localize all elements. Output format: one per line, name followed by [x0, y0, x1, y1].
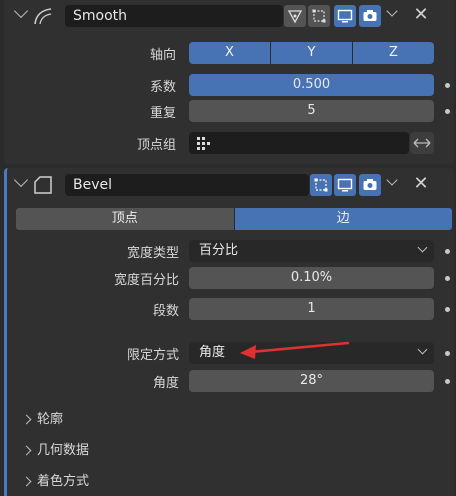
axis-y-toggle[interactable]: Y [271, 42, 353, 64]
viewport-display-icon[interactable] [334, 5, 356, 27]
edit-mode-icon[interactable] [308, 5, 330, 27]
bevel-modifier-icon [32, 174, 54, 200]
collapse-chevron-icon[interactable] [13, 172, 29, 188]
keyframe-dot-icon[interactable] [445, 307, 450, 312]
segments-label: 段数 [152, 304, 179, 319]
tab-edges[interactable]: 边 [234, 208, 452, 230]
subpanel-geometry-label: 几何数据 [37, 443, 90, 458]
modifier-name-field[interactable]: Bevel [65, 174, 309, 196]
width-percent-label: 宽度百分比 [113, 273, 179, 288]
edit-mode-icon[interactable] [310, 174, 332, 196]
chevron-right-icon [21, 414, 32, 425]
limit-method-label: 限定方式 [126, 348, 179, 363]
keyframe-dot-icon[interactable] [445, 83, 450, 88]
axis-z-toggle[interactable]: Z [353, 42, 434, 64]
render-camera-icon[interactable] [359, 174, 381, 196]
factor-label: 系数 [149, 80, 176, 95]
smooth-header: Smooth ✕ [4, 2, 454, 30]
width-type-dropdown[interactable]: 百分比 [189, 240, 434, 262]
smooth-modifier-panel: Smooth ✕ 轴向 X Y Z 系数 0.500 重复 5 顶点组 [4, 0, 454, 164]
keyframe-dot-icon[interactable] [445, 379, 450, 384]
modifier-menu-chevron-icon[interactable] [386, 174, 398, 186]
bevel-header: Bevel ✕ [7, 171, 454, 199]
modifier-name-field[interactable]: Smooth [65, 5, 283, 27]
viewport-display-icon[interactable] [334, 174, 356, 196]
angle-label: 角度 [152, 376, 179, 391]
modifier-menu-chevron-icon[interactable] [386, 5, 398, 17]
affect-tab-group: 顶点 边 [16, 208, 452, 230]
keyframe-dot-icon[interactable] [445, 276, 450, 281]
width-type-label: 宽度类型 [126, 246, 179, 261]
vertex-group-icon [195, 135, 211, 159]
close-icon[interactable]: ✕ [410, 3, 432, 27]
keyframe-dot-icon[interactable] [445, 351, 450, 356]
subpanel-geometry[interactable]: 几何数据 [21, 441, 90, 461]
limit-method-value: 角度 [199, 345, 226, 360]
chevron-down-icon [417, 242, 428, 253]
chevron-down-icon [417, 344, 428, 355]
keyframe-dot-icon[interactable] [445, 249, 450, 254]
angle-field[interactable]: 28° [189, 370, 434, 392]
invert-arrows-icon[interactable] [410, 132, 434, 154]
axis-toggle-group: X Y Z [189, 42, 434, 64]
chevron-right-icon [21, 445, 32, 456]
bevel-modifier-panel: Bevel ✕ 顶点 边 宽度类型 百分比 宽度百分比 0.10% 段数 1 限… [4, 168, 454, 496]
repeat-label: 重复 [149, 106, 176, 121]
keyframe-dot-icon[interactable] [445, 109, 450, 114]
factor-slider[interactable]: 0.500 [189, 74, 434, 96]
render-camera-icon[interactable] [359, 5, 381, 27]
segments-field[interactable]: 1 [189, 298, 434, 320]
axis-label: 轴向 [149, 48, 176, 63]
subpanel-profile-label: 轮廓 [37, 412, 64, 427]
on-cage-icon[interactable] [284, 5, 306, 27]
annotation-arrow-icon [240, 341, 350, 359]
vertex-group-label: 顶点组 [136, 138, 176, 153]
tab-vertices[interactable]: 顶点 [16, 208, 235, 230]
smooth-modifier-icon [32, 5, 54, 31]
axis-x-toggle[interactable]: X [189, 42, 271, 64]
collapse-chevron-icon[interactable] [13, 3, 29, 19]
repeat-field[interactable]: 5 [189, 100, 434, 122]
subpanel-shading[interactable]: 着色方式 [21, 472, 90, 492]
chevron-right-icon [21, 476, 32, 487]
close-icon[interactable]: ✕ [410, 172, 432, 196]
vertex-group-field[interactable] [189, 132, 409, 154]
subpanel-profile[interactable]: 轮廓 [21, 410, 64, 430]
subpanel-shading-label: 着色方式 [37, 474, 90, 489]
width-type-value: 百分比 [199, 243, 239, 258]
width-percent-field[interactable]: 0.10% [189, 267, 434, 289]
